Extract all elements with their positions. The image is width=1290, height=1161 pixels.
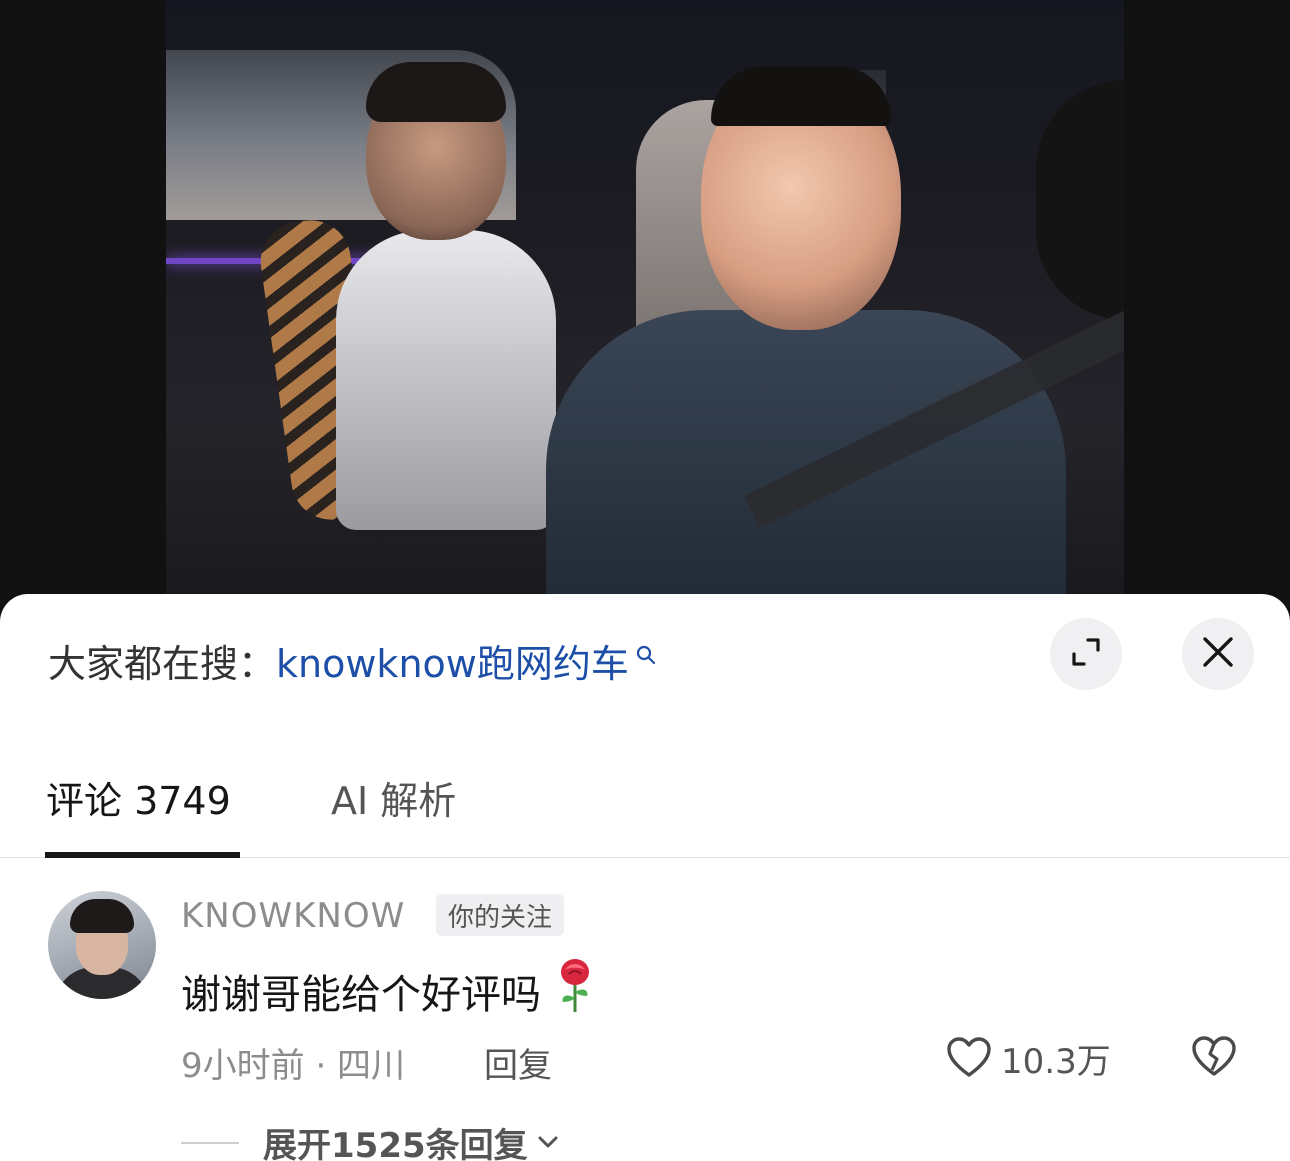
search-icon xyxy=(635,631,657,675)
comment-body: 谢谢哥能给个好评吗 xyxy=(181,958,595,1024)
dislike-button[interactable] xyxy=(1190,1034,1238,1082)
expand-button[interactable] xyxy=(1050,618,1122,690)
close-button[interactable] xyxy=(1182,618,1254,690)
person-left-hair xyxy=(366,62,506,122)
heart-icon xyxy=(945,1035,993,1083)
tab-bar: 评论 3749 AI 解析 xyxy=(0,766,1290,858)
reply-button[interactable]: 回复 xyxy=(484,1038,552,1087)
following-badge: 你的关注 xyxy=(436,894,565,936)
comment-text: 谢谢哥能给个好评吗 xyxy=(181,972,541,1018)
trending-prefix: 大家都在搜： xyxy=(48,641,277,686)
expand-replies[interactable]: 展开1525条回复 xyxy=(181,1118,560,1161)
active-tab-indicator xyxy=(45,852,240,858)
person-right-hair xyxy=(711,66,891,126)
person-right-body xyxy=(546,310,1066,600)
person-left-body xyxy=(336,230,556,530)
rose-icon xyxy=(555,958,595,1024)
trending-search[interactable]: 大家都在搜： knowknow跑网约车 xyxy=(48,632,657,688)
comment-meta: 9小时前 · 四川 xyxy=(181,1046,406,1086)
chevron-down-icon xyxy=(536,1133,560,1155)
avatar-hair xyxy=(70,899,134,933)
expand-icon xyxy=(1068,634,1104,674)
video-player[interactable] xyxy=(0,0,1290,620)
video-frame[interactable] xyxy=(166,0,1124,600)
comment-username[interactable]: KNOWKNOW xyxy=(181,896,405,936)
seat-headrest xyxy=(1036,80,1124,320)
comment-sheet: 大家都在搜： knowknow跑网约车 评论 3749 AI 解析 KNOWKN… xyxy=(0,594,1290,1161)
tab-ai-analysis[interactable]: AI 解析 xyxy=(331,766,456,858)
expand-replies-label: 展开1525条回复 xyxy=(263,1126,528,1161)
expand-divider xyxy=(181,1141,239,1144)
trending-term[interactable]: knowknow跑网约车 xyxy=(276,633,629,688)
like-count: 10.3万 xyxy=(1001,1042,1111,1082)
close-icon xyxy=(1201,635,1235,673)
avatar[interactable] xyxy=(48,891,156,999)
tab-comments[interactable]: 评论 3749 xyxy=(46,766,231,858)
broken-heart-icon xyxy=(1190,1036,1238,1082)
like-button[interactable]: 10.3万 xyxy=(945,1034,1111,1083)
